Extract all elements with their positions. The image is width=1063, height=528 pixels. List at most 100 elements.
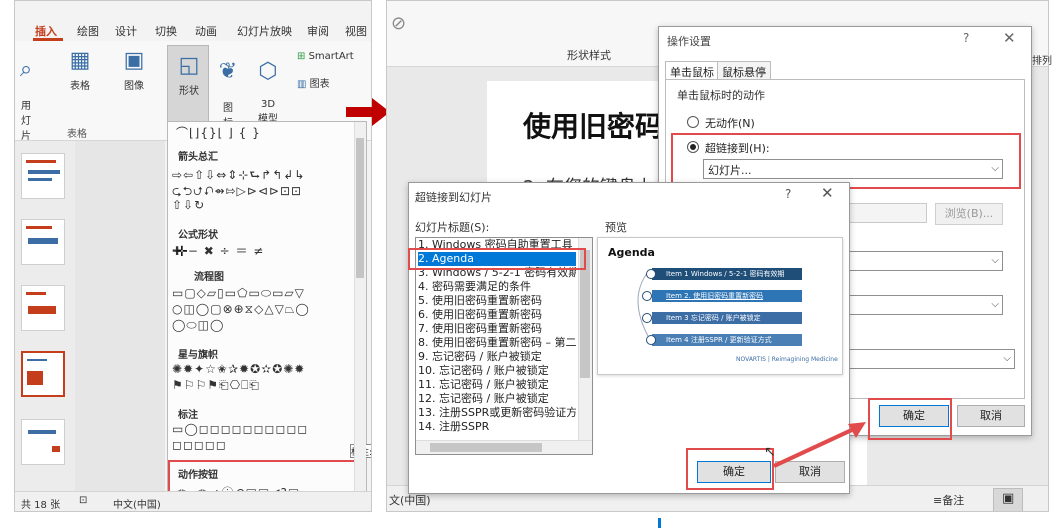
close-icon[interactable]: ✕ bbox=[1003, 29, 1016, 47]
tab-mouse-over[interactable]: 鼠标悬停 bbox=[717, 61, 771, 79]
shapes-row[interactable]: ◻◻◻◻◻ bbox=[172, 438, 252, 452]
list-item[interactable]: 11. 忘记密码 / 账户被锁定 bbox=[418, 378, 576, 392]
slide-edit-area bbox=[75, 141, 165, 491]
help-icon[interactable]: ? bbox=[963, 31, 969, 45]
shapes-button[interactable]: ◱ 形状 bbox=[167, 45, 209, 129]
slide-thumbnail[interactable] bbox=[21, 219, 65, 265]
cube-icon: ⬡ bbox=[258, 59, 278, 84]
section-title-callouts: 标注 bbox=[178, 410, 198, 421]
shapes-icon: ◱ bbox=[178, 53, 200, 78]
cancel-button[interactable]: 取消 bbox=[957, 405, 1025, 427]
table-button[interactable]: ▦ 表格 bbox=[63, 48, 97, 93]
shape-fill-icon[interactable]: ⊘ bbox=[391, 13, 406, 34]
list-item[interactable]: 10. 忘记密码 / 账户被锁定 bbox=[418, 364, 576, 378]
reuse-slides-button[interactable]: ⌕ 用 灯片 bbox=[17, 47, 35, 143]
notes-button[interactable]: ≡备注 bbox=[933, 492, 964, 508]
no-action-label: 无动作(N) bbox=[705, 117, 755, 130]
shapes-row[interactable]: ▭▢◇▱▯▭⬠▭⬭▭▱▽ bbox=[172, 286, 358, 301]
chevron-down-icon: ⌵ bbox=[991, 255, 999, 266]
ok-highlight bbox=[686, 448, 774, 490]
section-title-equation: 公式形状 bbox=[178, 230, 218, 241]
list-item[interactable]: 7. 使用旧密码重置新密码 bbox=[418, 322, 576, 336]
selected-slide-highlight bbox=[408, 248, 586, 270]
list-item[interactable]: 6. 使用旧密码重置新密码 bbox=[418, 308, 576, 322]
shapes-row[interactable]: ⚑⚐⚐⚑⎗⎔⎕⎗ bbox=[172, 378, 358, 393]
preview-item-4: Item 4 注册SSPR / 更新验证方式 bbox=[652, 334, 802, 346]
shapes-row[interactable]: ✺✹✦☆✬✰✹✪✫✪✺✹ bbox=[172, 362, 358, 376]
shapes-row[interactable]: ⇧⇩↻ bbox=[172, 198, 358, 212]
table-icon: ▦ bbox=[69, 48, 91, 73]
preview-item-2: Item 2. 使用旧密码重置新密码 bbox=[652, 290, 802, 302]
status-bar: 共 18 张 ⊡ 中文(中国) bbox=[15, 491, 371, 511]
list-item[interactable]: 5. 使用旧密码重置新密码 bbox=[418, 294, 576, 308]
language-label: 文(中国) bbox=[389, 494, 431, 507]
chevron-down-icon: ⌵ bbox=[1003, 353, 1011, 364]
preview-bullet-icon bbox=[642, 291, 652, 301]
tab-animations[interactable]: 动画 bbox=[195, 23, 217, 39]
tab-design[interactable]: 设计 bbox=[115, 23, 137, 39]
tab-review[interactable]: 审阅 bbox=[307, 23, 329, 39]
tab-draw[interactable]: 绘图 bbox=[77, 23, 99, 39]
3d-model-button[interactable]: ⬡ 3D 模型 bbox=[251, 49, 285, 126]
shapes-menu-scrollbar[interactable] bbox=[354, 122, 366, 510]
image-label: 图像 bbox=[124, 81, 144, 92]
close-icon[interactable]: ✕ bbox=[821, 184, 834, 202]
tab-slideshow[interactable]: 幻灯片放映 bbox=[237, 23, 292, 39]
slide-thumbnail-selected[interactable] bbox=[21, 351, 65, 397]
language-label: 中文(中国) bbox=[113, 500, 161, 511]
preview-logo: NOVARTIS | Reimagining Medicine bbox=[736, 356, 838, 363]
normal-view-button[interactable]: ▣ bbox=[993, 488, 1023, 511]
smartart-icon: ⊞ bbox=[297, 51, 306, 62]
table-label: 表格 bbox=[70, 81, 90, 92]
crosshair-cursor-icon: ✛ bbox=[176, 244, 188, 260]
tab-view[interactable]: 视图 bbox=[345, 23, 367, 39]
browse-button[interactable]: 浏览(B)... bbox=[935, 203, 1003, 225]
shapes-row[interactable]: ◯⬭◫◯ bbox=[172, 318, 358, 333]
slide-count: 共 18 张 bbox=[21, 500, 61, 511]
preview-item-3: Item 3 忘记密码 / 账户被锁定 bbox=[652, 312, 802, 324]
slide-thumbnail[interactable] bbox=[21, 285, 65, 331]
shapes-row[interactable]: ✚ − ✖ ÷ ＝ ≠ bbox=[172, 242, 358, 259]
preview-bullet-icon bbox=[646, 269, 656, 279]
list-item[interactable]: 12. 忘记密码 / 账户被锁定 bbox=[418, 392, 576, 406]
smartart-button[interactable]: ⊞ SmartArt bbox=[297, 51, 369, 62]
reuse-slides-label: 用 灯片 bbox=[21, 101, 31, 142]
scroll-thumb[interactable] bbox=[430, 443, 542, 452]
red-connector-arrow-icon bbox=[773, 422, 866, 468]
shapes-row[interactable]: ▭◯◻◻◻◻◻◻◻◻◻◻ bbox=[172, 422, 358, 436]
icons-button[interactable]: ❦ 图 标 bbox=[215, 49, 241, 130]
help-icon[interactable]: ? bbox=[785, 187, 791, 201]
slide-thumbnail[interactable] bbox=[21, 153, 65, 199]
tab-mouse-click[interactable]: 单击鼠标 bbox=[665, 61, 719, 79]
text-cursor bbox=[658, 518, 661, 528]
list-item[interactable]: 13. 注册SSPR或更新密码验证方 bbox=[418, 406, 576, 420]
slide-title: 使用旧密码 bbox=[523, 110, 664, 143]
search-icon: ⌕ bbox=[19, 57, 33, 82]
dialog-title: 超链接到幻灯片 bbox=[415, 191, 492, 204]
slide-thumbnail[interactable] bbox=[21, 419, 65, 465]
tab-transitions[interactable]: 切换 bbox=[155, 23, 177, 39]
mouse-cursor-icon: ↖ bbox=[764, 444, 776, 460]
preview-item-1: Item 1 Windows / 5-2-1 密码有效期 bbox=[652, 268, 802, 280]
no-action-radio[interactable] bbox=[687, 116, 699, 128]
shapes-row[interactable]: ○◫◯▢⊗⊕⧖◇△▽⏢◯ bbox=[172, 302, 358, 317]
normal-view-icon: ▣ bbox=[1002, 491, 1015, 506]
shapes-row[interactable]: ⌒⌊⌋{}⌊ ⌋ { } bbox=[176, 124, 362, 141]
list-item[interactable]: 9. 忘记密码 / 账户被锁定 bbox=[418, 350, 576, 364]
slide-preview: Agenda Item 1 Windows / 5-2-1 密码有效期 Item… bbox=[597, 237, 843, 375]
chart-label: 图表 bbox=[309, 79, 330, 90]
slide-thumbnail-pane bbox=[15, 141, 75, 491]
chart-icon: ▥ bbox=[297, 79, 307, 90]
tab-insert[interactable]: 插入 bbox=[35, 23, 57, 39]
section-title-flowchart: 流程图 bbox=[194, 272, 224, 283]
scroll-thumb[interactable] bbox=[356, 138, 364, 278]
list-item[interactable]: 4. 密码需要满足的条件 bbox=[418, 280, 576, 294]
list-item[interactable]: 8. 使用旧密码重置新密码 – 第二 bbox=[418, 336, 576, 350]
chart-button[interactable]: ▥ 图表 bbox=[297, 75, 357, 90]
dialog-title: 操作设置 bbox=[667, 35, 711, 48]
list-horizontal-scrollbar[interactable] bbox=[416, 440, 592, 454]
image-button[interactable]: ▣ 图像 bbox=[117, 49, 151, 93]
list-item[interactable]: 14. 注册SSPR bbox=[418, 420, 576, 434]
ok-highlight bbox=[868, 398, 952, 440]
accessibility-icon[interactable]: ⊡ bbox=[79, 495, 87, 506]
